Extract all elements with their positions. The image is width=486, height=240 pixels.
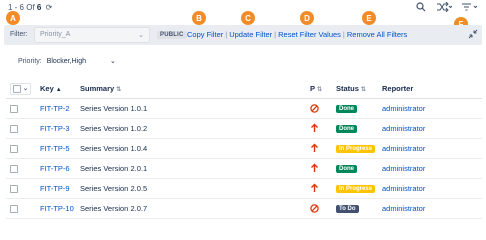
issues-table: ⌄ Key ▲ Summary ⇅ P ⇅ Status ⇅ Reporter FIT-… — [6, 80, 482, 219]
select-all-header[interactable]: ⌄ — [6, 80, 36, 99]
row-checkbox[interactable] — [10, 104, 18, 113]
column-header-priority[interactable]: P ⇅ — [306, 80, 332, 99]
reporter-link[interactable]: administrator — [382, 204, 425, 213]
issue-summary: Series Version 1.0.4 — [80, 143, 148, 153]
filter-select[interactable]: Priority_A ⌄ — [34, 27, 150, 43]
update-filter-link[interactable]: Update Filter — [229, 30, 272, 39]
column-summary-label: Summary — [80, 84, 115, 94]
search-icon[interactable] — [416, 2, 426, 12]
column-header-status[interactable]: Status ⇅ — [332, 80, 378, 99]
collapse-icon[interactable] — [468, 29, 478, 41]
issue-key-link[interactable]: FIT-TP-10 — [40, 204, 74, 213]
row-select-cell[interactable] — [6, 158, 36, 179]
annotation-badge-d: D — [300, 11, 314, 25]
row-select-cell[interactable] — [6, 118, 36, 139]
column-priority-label: P — [310, 84, 316, 94]
column-status-label: Status — [336, 84, 359, 94]
column-header-reporter[interactable]: Reporter — [378, 80, 482, 99]
copy-filter-link[interactable]: Copy Filter — [187, 30, 223, 39]
issue-summary: Series Version 2.0.5 — [80, 183, 148, 193]
status-badge: Done — [336, 165, 357, 173]
issue-summary: Series Version 1.0.2 — [80, 123, 148, 133]
filter-menu-icon[interactable] — [462, 2, 478, 12]
issue-key-link[interactable]: FIT-TP-6 — [40, 164, 70, 173]
status-badge: Done — [336, 125, 357, 133]
sort-icon: ⇅ — [360, 87, 366, 94]
high-priority-icon — [310, 163, 332, 173]
table-row[interactable]: FIT-TP-6 Series Version 2.0.1 Done administ… — [6, 158, 482, 179]
status-badge: To Do — [336, 205, 359, 213]
row-checkbox[interactable] — [10, 164, 18, 173]
filter-select-value: Priority_A — [40, 31, 71, 38]
row-checkbox[interactable] — [10, 204, 18, 213]
annotation-badge-b: B — [192, 11, 206, 25]
issue-key-link[interactable]: FIT-TP-5 — [40, 144, 70, 153]
public-tag: PUBLIC — [157, 31, 187, 39]
issue-summary: Series Version 1.0.1 — [80, 103, 148, 113]
row-checkbox[interactable] — [10, 124, 18, 133]
select-all-checkbox[interactable] — [13, 84, 21, 93]
refresh-icon[interactable]: ⟳ — [46, 3, 53, 12]
chevron-down-icon: ⌄ — [109, 58, 116, 65]
status-badge: In Progress — [336, 185, 376, 193]
table-row[interactable]: FIT-TP-5 Series Version 1.0.4 In Progress a… — [6, 138, 482, 159]
row-checkbox[interactable] — [10, 184, 18, 193]
priority-label: Priority: — [18, 58, 42, 65]
high-priority-icon — [310, 143, 332, 153]
blocker-priority-icon — [310, 203, 332, 213]
column-header-summary[interactable]: Summary ⇅ — [76, 80, 306, 99]
high-priority-icon — [310, 123, 332, 133]
priority-filter[interactable]: Priority: Blocker,High ⌄ — [18, 57, 116, 65]
table-row[interactable]: FIT-TP-10 Series Version 2.0.7 To Do admini… — [6, 198, 482, 219]
table-row[interactable]: FIT-TP-9 Series Version 2.0.5 In Progress a… — [6, 178, 482, 199]
filter-label: Filter: — [10, 31, 28, 38]
filter-actions: Copy Filter | Update Filter | Reset Filter V… — [187, 30, 408, 39]
status-badge: In Progress — [336, 145, 376, 153]
sort-icon: ⇅ — [116, 87, 122, 94]
chevron-down-icon[interactable]: ⌄ — [23, 85, 28, 92]
issue-key-link[interactable]: FIT-TP-3 — [40, 124, 70, 133]
reporter-link[interactable]: administrator — [382, 104, 425, 113]
result-count-total: 6 — [36, 3, 42, 12]
sort-asc-icon: ▲ — [55, 87, 62, 94]
chevron-down-icon: ⌄ — [138, 32, 144, 39]
table-row[interactable]: FIT-TP-2 Series Version 1.0.1 Done administ… — [6, 98, 482, 119]
annotation-badge-e: E — [362, 11, 376, 25]
row-select-cell[interactable] — [6, 138, 36, 159]
reporter-link[interactable]: administrator — [382, 144, 425, 153]
row-select-cell[interactable] — [6, 198, 36, 219]
blocker-priority-icon — [310, 103, 332, 113]
shuffle-menu-icon[interactable] — [436, 2, 452, 12]
issue-summary: Series Version 2.0.1 — [80, 163, 148, 173]
issue-key-link[interactable]: FIT-TP-9 — [40, 184, 70, 193]
table-row[interactable]: FIT-TP-3 Series Version 1.0.2 Done administ… — [6, 118, 482, 139]
row-select-cell[interactable] — [6, 178, 36, 199]
column-key-label: Key — [40, 84, 54, 94]
reset-filter-values-link[interactable]: Reset Filter Values — [278, 30, 341, 39]
filter-bar: Filter: Priority_A ⌄ PUBLIC Copy Filter |… — [4, 25, 482, 45]
annotation-badge-a: A — [6, 11, 20, 25]
annotation-badge-c: C — [241, 11, 255, 25]
reporter-link[interactable]: administrator — [382, 184, 425, 193]
row-checkbox[interactable] — [10, 144, 18, 153]
row-select-cell[interactable] — [6, 98, 36, 119]
remove-all-filters-link[interactable]: Remove All Filters — [347, 30, 407, 39]
priority-value: Blocker,High — [46, 58, 86, 65]
reporter-link[interactable]: administrator — [382, 124, 425, 133]
column-reporter-label: Reporter — [382, 84, 414, 94]
reporter-link[interactable]: administrator — [382, 164, 425, 173]
high-priority-icon — [310, 183, 332, 193]
table-header-row: ⌄ Key ▲ Summary ⇅ P ⇅ Status ⇅ Reporter — [6, 80, 482, 99]
status-badge: Done — [336, 105, 357, 113]
issue-summary: Series Version 2.0.7 — [80, 203, 148, 213]
sort-icon: ⇅ — [317, 87, 323, 94]
issue-key-link[interactable]: FIT-TP-2 — [40, 104, 70, 113]
column-header-key[interactable]: Key ▲ — [36, 80, 76, 99]
